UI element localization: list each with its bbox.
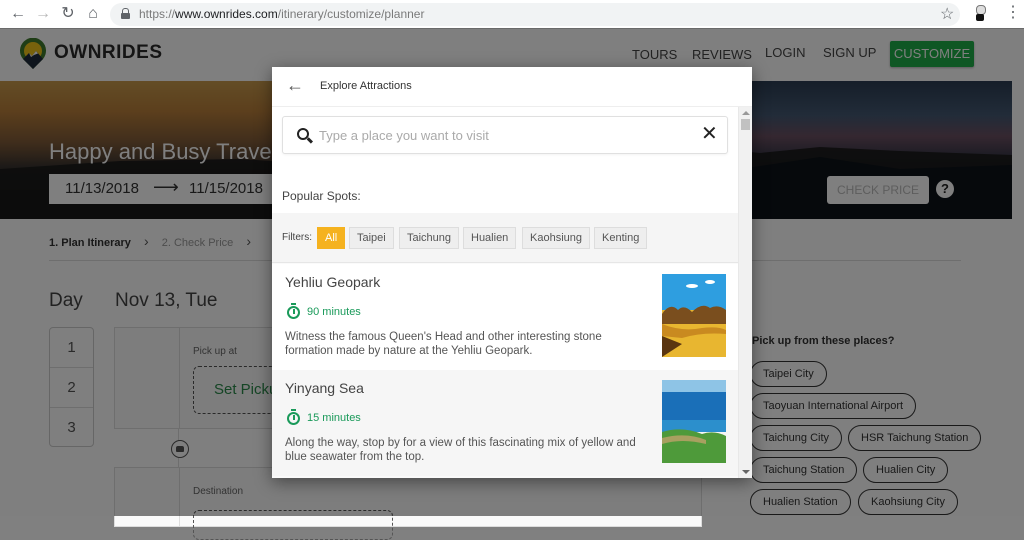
search-box: ✕ xyxy=(282,116,728,154)
menu-icon[interactable]: ⋮ xyxy=(1005,3,1021,23)
filter-hualien[interactable]: Hualien xyxy=(463,227,517,249)
home-icon[interactable]: ⌂ xyxy=(83,4,103,24)
filter-all[interactable]: All xyxy=(317,227,346,249)
spot-duration: 90 minutes xyxy=(307,306,361,318)
modal-title: Explore Attractions xyxy=(320,80,412,92)
spot-description: Along the way, stop by for a view of thi… xyxy=(285,437,636,463)
scroll-down-arrow[interactable] xyxy=(742,470,750,474)
extension-icon[interactable] xyxy=(975,5,986,23)
modal-body: ✕ Popular Spots: Filters: All Taipei Tai… xyxy=(272,107,738,478)
timer-icon xyxy=(287,409,300,425)
spot-image xyxy=(662,380,726,463)
spot-duration: 15 minutes xyxy=(307,412,361,424)
spot-description: Witness the famous Queen's Head and othe… xyxy=(285,331,602,357)
filter-taichung[interactable]: Taichung xyxy=(399,227,460,249)
popular-spots-label: Popular Spots: xyxy=(282,189,361,203)
spot-card[interactable]: Yinyang Sea 15 minutes Along the way, st… xyxy=(272,370,738,476)
filters-label: Filters: xyxy=(282,232,312,243)
timer-icon xyxy=(287,303,300,319)
modal-header: ← Explore Attractions xyxy=(272,67,752,107)
forward-icon[interactable]: → xyxy=(33,4,53,24)
scroll-thumb[interactable] xyxy=(741,119,750,130)
search-input[interactable] xyxy=(319,125,689,145)
modal-scrollbar[interactable] xyxy=(738,107,752,478)
url-text: https://www.ownrides.com/itinerary/custo… xyxy=(139,7,425,21)
scroll-up-arrow[interactable] xyxy=(742,111,750,115)
explore-attractions-modal: ← Explore Attractions ✕ Popular Spots: F… xyxy=(272,67,752,478)
address-bar[interactable]: https://www.ownrides.com/itinerary/custo… xyxy=(110,3,960,26)
back-icon[interactable]: ← xyxy=(8,4,28,24)
filter-kaohsiung[interactable]: Kaohsiung xyxy=(522,227,590,249)
browser-toolbar: ← → ↻ ⌂ https://www.ownrides.com/itinera… xyxy=(0,0,1024,29)
filter-kenting[interactable]: Kenting xyxy=(594,227,648,249)
lock-icon xyxy=(121,8,130,19)
search-area: ✕ Popular Spots: xyxy=(272,107,738,213)
close-icon[interactable]: ✕ xyxy=(701,123,718,145)
spot-name: Yehliu Geopark xyxy=(285,274,381,290)
search-icon xyxy=(297,128,309,140)
spot-card[interactable]: Yehliu Geopark 90 minutes Witness the fa… xyxy=(272,264,738,370)
filter-bar: Filters: All Taipei Taichung Hualien Kao… xyxy=(272,213,738,263)
filter-taipei[interactable]: Taipei xyxy=(349,227,394,249)
reload-icon[interactable]: ↻ xyxy=(58,4,78,24)
back-arrow-icon[interactable]: ← xyxy=(286,75,304,96)
star-icon[interactable]: ☆ xyxy=(940,4,954,24)
spot-image xyxy=(662,274,726,357)
spot-name: Yinyang Sea xyxy=(285,380,364,396)
